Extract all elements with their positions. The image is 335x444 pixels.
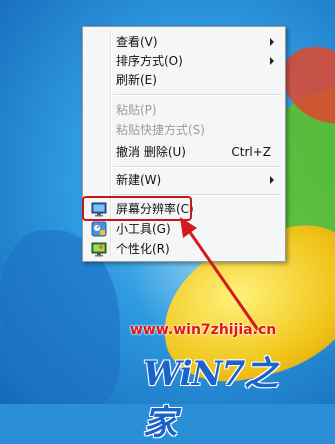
watermark-url: www.win7zhijia.cn [130, 322, 277, 338]
logo-text: WiN7之家 [143, 354, 278, 443]
win7zhijia-logo: WiN7之家 [143, 344, 308, 443]
